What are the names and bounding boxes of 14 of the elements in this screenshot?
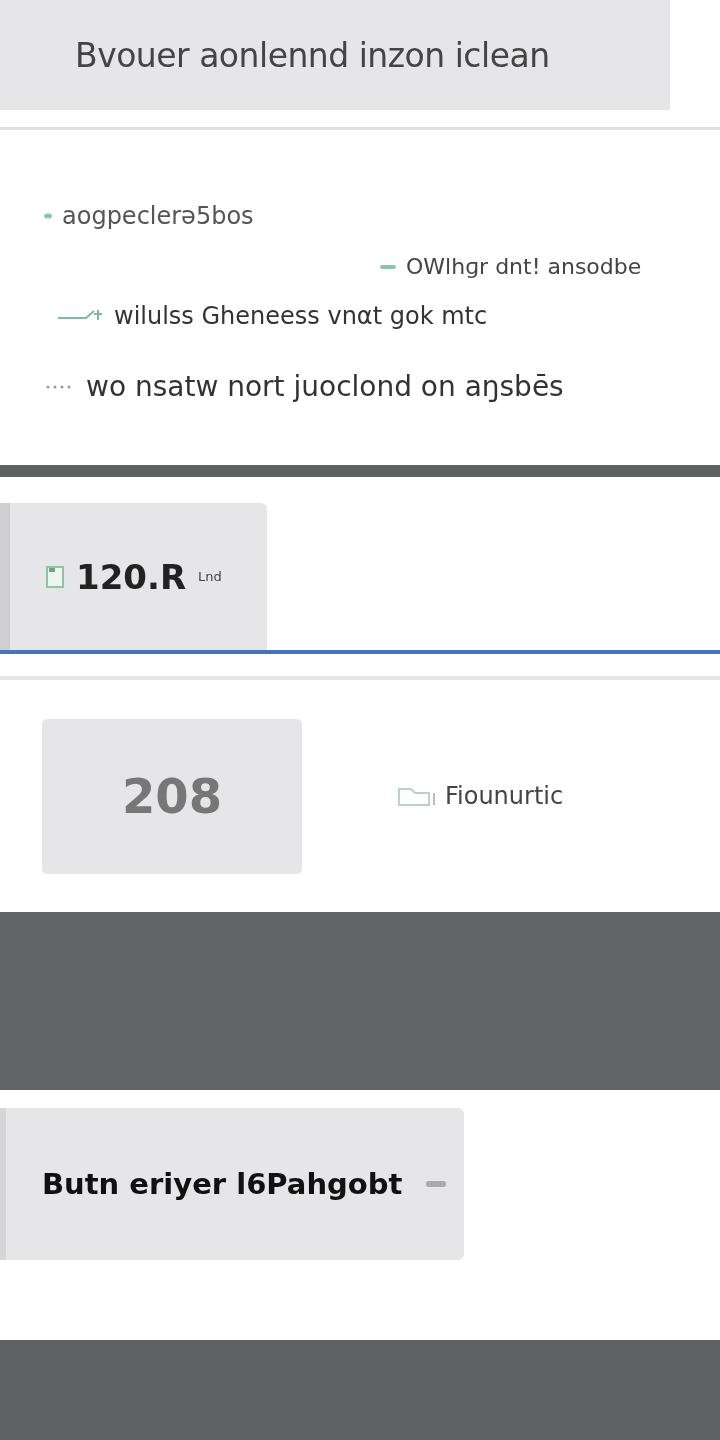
dot-icon — [44, 213, 52, 219]
page-title: Bvouer aonlennd inzon iclean — [75, 35, 550, 75]
stat-value: 208 — [42, 718, 302, 874]
tab[interactable]: 120.R Lnd — [0, 503, 267, 650]
list-text: wo nsatw nort juoclond on aŋsbēs — [86, 370, 564, 403]
document-icon — [46, 565, 64, 588]
list-text: aogpeclerə5bos — [62, 202, 254, 230]
list-text: wilulss Gheneess vnαt gok mtc — [114, 302, 488, 330]
link-icon — [426, 1180, 446, 1188]
action-button[interactable]: Butn eriyer l6Pahgobt — [0, 1108, 464, 1260]
stat-label: Fiounurtic — [445, 782, 564, 810]
dash-icon — [380, 263, 396, 270]
list-text: OWlhɡr dnt! ansodbe — [406, 254, 642, 279]
folder-icon — [397, 785, 437, 807]
